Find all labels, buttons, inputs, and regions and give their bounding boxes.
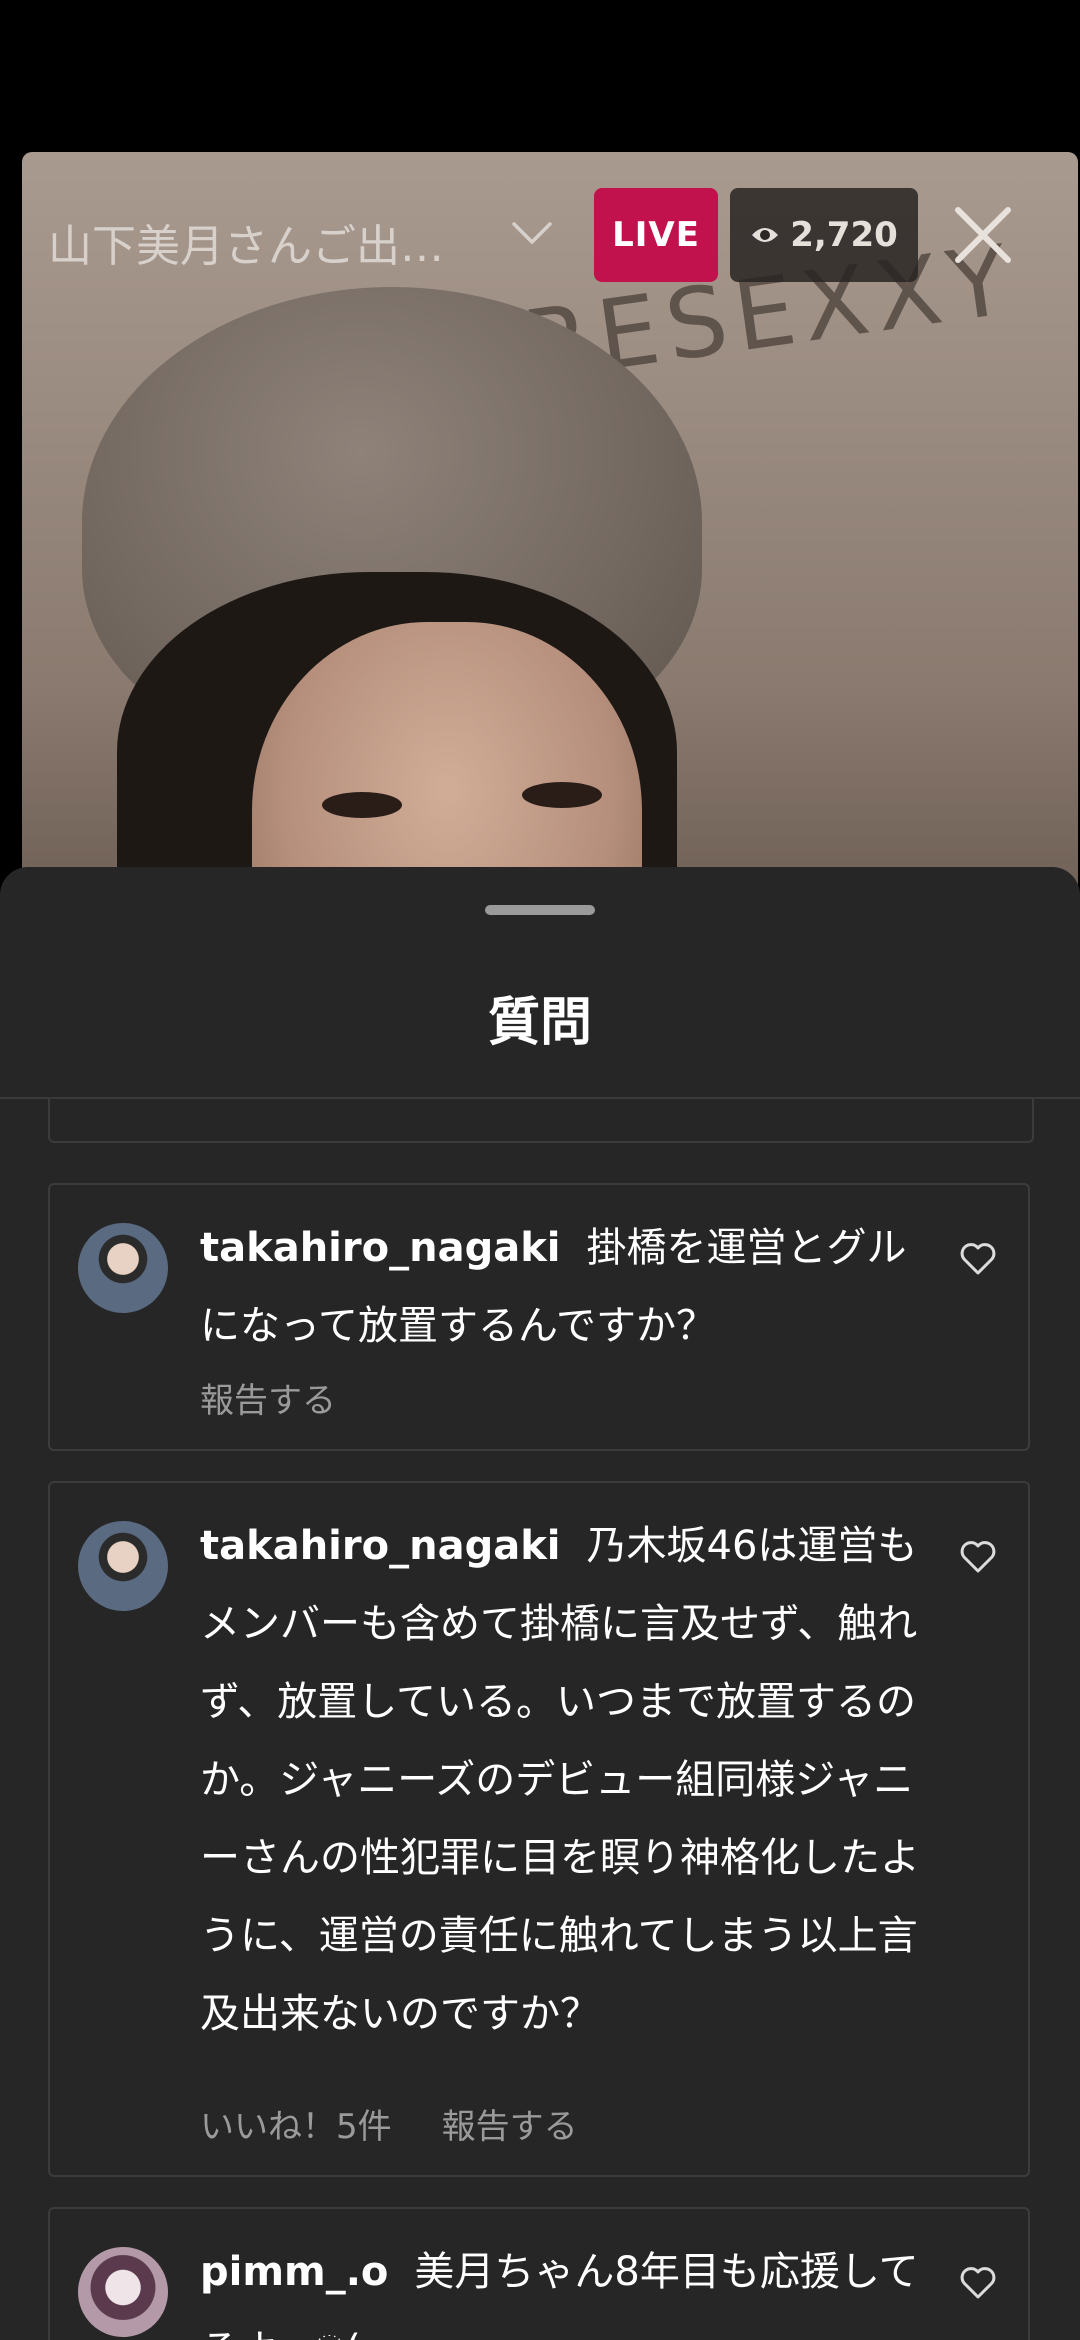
- report-link[interactable]: 報告する: [200, 1381, 336, 1421]
- report-link[interactable]: 報告する: [442, 2107, 578, 2147]
- question-meta: 報告する: [200, 1373, 336, 1422]
- stream-title[interactable]: 山下美月さんご出…: [48, 210, 444, 274]
- heart-icon[interactable]: [958, 1239, 998, 1279]
- question-content: pimm_.o美月ちゃん8年目も応援してるよ~ૢ(.˰ .: [200, 2233, 920, 2340]
- viewer-count-badge: 2,720: [730, 188, 918, 282]
- username[interactable]: pimm_.o: [200, 2249, 388, 2295]
- question-meta: いいね！5件 報告する: [200, 2099, 578, 2148]
- eye: [322, 792, 402, 818]
- viewer-count: 2,720: [790, 215, 898, 255]
- question-text: 乃木坂46は運営もメンバーも含めて掛橋に言及せず、触れず、放置している。いつまで…: [200, 1523, 920, 2037]
- question-card-partial: [48, 1099, 1034, 1143]
- live-badge: LIVE: [594, 188, 718, 282]
- sheet-title: 質問: [487, 993, 592, 1053]
- like-count[interactable]: いいね！5件: [200, 2107, 392, 2147]
- heart-icon[interactable]: [958, 1537, 998, 1577]
- sheet-drag-handle[interactable]: [485, 905, 595, 915]
- close-icon[interactable]: [950, 202, 1016, 268]
- question-card[interactable]: takahiro_nagaki 掛橋を運営とグルになって放置するんですか？ 報告す…: [48, 1183, 1030, 1451]
- avatar[interactable]: [78, 1223, 168, 1313]
- username[interactable]: takahiro_nagaki: [200, 1523, 561, 1569]
- stream-header: 山下美月さんご出… LIVE 2,720: [0, 180, 1080, 282]
- question-content: takahiro_nagaki 乃木坂46は運営もメンバーも含めて掛橋に言及せず、…: [200, 1507, 920, 2053]
- eye-icon: [752, 228, 779, 242]
- question-card[interactable]: takahiro_nagaki 乃木坂46は運営もメンバーも含めて掛橋に言及せず、…: [48, 1481, 1030, 2177]
- avatar[interactable]: [78, 2247, 168, 2337]
- eye: [522, 782, 602, 808]
- avatar[interactable]: [78, 1521, 168, 1611]
- heart-icon[interactable]: [958, 2263, 998, 2303]
- question-content: takahiro_nagaki 掛橋を運営とグルになって放置するんですか？: [200, 1209, 920, 1365]
- question-card[interactable]: pimm_.o美月ちゃん8年目も応援してるよ~ૢ(.˰ .: [48, 2207, 1030, 2340]
- username[interactable]: takahiro_nagaki: [200, 1225, 561, 1271]
- chevron-down-icon[interactable]: [510, 218, 554, 248]
- questions-sheet: 質問 takahiro_nagaki 掛橋を運営とグルになって放置するんですか？ …: [0, 867, 1080, 2340]
